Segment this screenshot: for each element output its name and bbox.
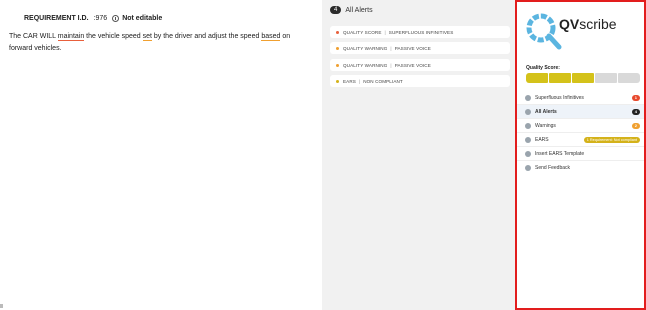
text-segment: The CAR WILL bbox=[9, 33, 58, 40]
separator: | bbox=[390, 62, 392, 68]
severity-dot-icon bbox=[336, 63, 339, 67]
alerts-header: 4 All Alerts bbox=[330, 6, 373, 14]
alert-category: QUALITY WARNING bbox=[343, 45, 388, 51]
severity-dot-icon bbox=[336, 30, 339, 34]
alert-category: QUALITY WARNING bbox=[343, 62, 388, 68]
count-badge: 4 bbox=[631, 108, 640, 115]
alert-detail: SUPERFLUOUS INFINITIVES bbox=[388, 29, 454, 35]
severity-dot-icon bbox=[336, 79, 339, 83]
requirement-text: The CAR WILL maintain the vehicle speed … bbox=[9, 31, 309, 55]
logo-wordmark: QVscribe bbox=[559, 16, 617, 32]
quality-score-segment bbox=[595, 73, 617, 83]
alert-detail: NON COMPLIANT bbox=[363, 78, 403, 84]
alert-card[interactable]: QUALITY WARNING | PASSIVE VOICE bbox=[330, 42, 510, 54]
menu-item-label: EARS bbox=[535, 136, 549, 143]
qvscribe-panel: QVscribe Quality Score: Superfluous Infi… bbox=[515, 0, 646, 310]
menu-item-label: Warnings bbox=[535, 122, 556, 129]
template-icon bbox=[525, 150, 531, 157]
quality-score-label: Quality Score: bbox=[526, 65, 560, 71]
menu-item-warnings[interactable]: Warnings 2 bbox=[517, 119, 644, 133]
alert-detail: PASSIVE VOICE bbox=[394, 45, 431, 51]
menu-item-all-alerts[interactable]: All Alerts 4 bbox=[517, 105, 644, 119]
alert-detail: PASSIVE VOICE bbox=[394, 62, 431, 68]
alert-card[interactable]: QUALITY WARNING | PASSIVE VOICE bbox=[330, 59, 510, 71]
logo-suffix: scribe bbox=[579, 16, 617, 32]
alert-category: EARS bbox=[343, 78, 356, 84]
separator: | bbox=[384, 29, 386, 35]
alerts-title: All Alerts bbox=[345, 6, 373, 14]
flagged-word-based[interactable]: based bbox=[261, 33, 281, 41]
alert-category: QUALITY SCORE bbox=[343, 29, 382, 35]
menu-item-insert-ears-template[interactable]: Insert EARS Template bbox=[517, 147, 644, 161]
alert-card[interactable]: QUALITY SCORE | SUPERFLUOUS INFINITIVES bbox=[330, 26, 510, 38]
count-badge: 1 bbox=[631, 94, 640, 101]
menu-item-superfluous-infinitives[interactable]: Superfluous Infinitives 1 bbox=[517, 91, 644, 105]
ears-status-badge: 1 Requirement: Not compliant bbox=[583, 136, 640, 143]
requirement-header: REQUIREMENT I.D. :976 Not editable bbox=[24, 15, 162, 22]
menu-item-label: All Alerts bbox=[535, 108, 557, 115]
ears-icon bbox=[525, 136, 531, 143]
alerts-panel: 4 All Alerts QUALITY SCORE | SUPERFLUOUS… bbox=[322, 0, 515, 310]
severity-dot-icon bbox=[336, 46, 339, 50]
menu-item-ears[interactable]: EARS 1 Requirement: Not compliant bbox=[517, 133, 644, 147]
separator: | bbox=[390, 45, 392, 51]
flagged-word-maintain[interactable]: maintain bbox=[57, 33, 85, 41]
info-icon bbox=[112, 15, 120, 22]
alerts-count-badge: 4 bbox=[330, 6, 342, 14]
list-icon bbox=[525, 108, 531, 115]
count-badge: 2 bbox=[631, 122, 640, 129]
text-segment: the vehicle speed bbox=[84, 33, 143, 40]
gear-icon bbox=[525, 94, 531, 101]
qvscribe-menu: Superfluous Infinitives 1 All Alerts 4 W… bbox=[517, 91, 644, 175]
quality-score-segment bbox=[572, 73, 594, 83]
menu-item-label: Superfluous Infinitives bbox=[535, 94, 584, 101]
scroll-handle[interactable] bbox=[0, 304, 3, 308]
document-panel: REQUIREMENT I.D. :976 Not editable The C… bbox=[0, 0, 322, 310]
separator: | bbox=[358, 78, 361, 84]
requirement-id-value: :976 bbox=[93, 15, 108, 22]
menu-item-label: Send Feedback bbox=[535, 165, 571, 171]
logo-prefix: QV bbox=[559, 16, 580, 32]
quality-score-segment bbox=[618, 73, 640, 83]
menu-item-label: Insert EARS Template bbox=[535, 150, 585, 157]
quality-score-segment bbox=[549, 73, 571, 83]
quality-score-segment bbox=[526, 73, 548, 83]
not-editable-label: Not editable bbox=[122, 15, 163, 22]
requirement-id-label: REQUIREMENT I.D. bbox=[24, 15, 89, 22]
quality-score-bar bbox=[526, 73, 640, 83]
warning-icon bbox=[525, 122, 531, 129]
alert-card[interactable]: EARS | NON COMPLIANT bbox=[330, 75, 510, 87]
text-segment: by the driver and adjust the speed bbox=[151, 33, 262, 40]
menu-item-send-feedback[interactable]: Send Feedback bbox=[517, 161, 644, 175]
flagged-word-set[interactable]: set bbox=[142, 33, 152, 41]
feedback-icon bbox=[525, 165, 531, 171]
